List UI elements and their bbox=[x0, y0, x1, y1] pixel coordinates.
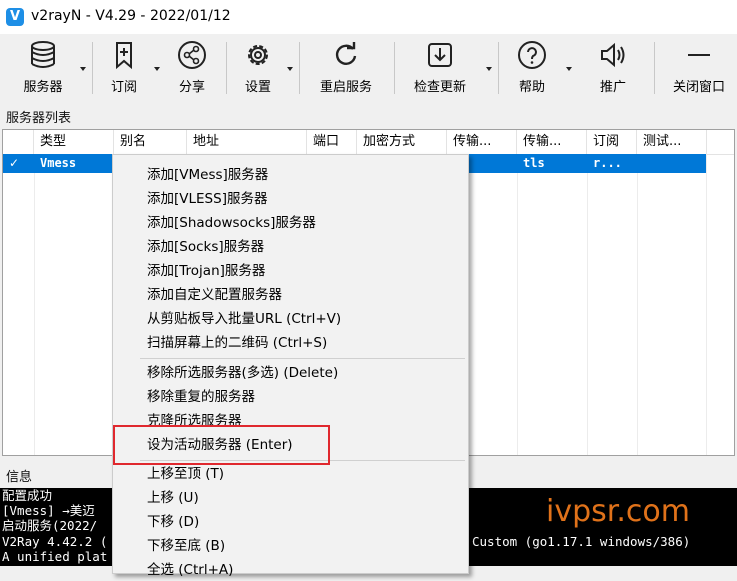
chevron-down-icon[interactable] bbox=[80, 67, 86, 71]
check-update-button[interactable]: 检查更新 bbox=[402, 38, 478, 98]
grid-line bbox=[34, 154, 35, 455]
log-line: A unified plat bbox=[2, 549, 108, 564]
log-line: V2Ray 4.42.2 ( bbox=[2, 534, 108, 549]
toolbar-divider bbox=[654, 42, 655, 94]
grid-line bbox=[637, 154, 638, 455]
info-label: 信息 bbox=[6, 470, 33, 485]
grid-line bbox=[517, 154, 518, 455]
menu-item-add-custom[interactable]: 添加自定义配置服务器 bbox=[147, 284, 282, 306]
chevron-down-icon[interactable] bbox=[287, 67, 293, 71]
check-update-label: 检查更新 bbox=[413, 80, 466, 95]
chevron-down-icon[interactable] bbox=[154, 67, 160, 71]
restart-service-label: 重启服务 bbox=[319, 80, 372, 95]
share-button[interactable]: 分享 bbox=[168, 38, 216, 98]
share-label: 分享 bbox=[178, 80, 205, 95]
settings-label: 设置 bbox=[244, 80, 271, 95]
toolbar-divider bbox=[394, 42, 395, 94]
row-tls: tls bbox=[523, 156, 545, 170]
column-header-active[interactable] bbox=[3, 130, 34, 154]
menu-item-select-all[interactable]: 全选 (Ctrl+A) bbox=[147, 559, 233, 581]
promotion-label: 推广 bbox=[599, 80, 626, 95]
menu-item-add-trojan[interactable]: 添加[Trojan]服务器 bbox=[147, 260, 265, 282]
chevron-down-icon[interactable] bbox=[566, 67, 572, 71]
toolbar-divider bbox=[498, 42, 499, 94]
column-header-type[interactable]: 类型 bbox=[34, 130, 114, 154]
subscription-button[interactable]: 订阅 bbox=[100, 38, 148, 98]
grid-line bbox=[587, 154, 588, 455]
menu-item-move-top[interactable]: 上移至顶 (T) bbox=[147, 463, 224, 485]
settings-button[interactable]: 设置 bbox=[234, 38, 282, 98]
share-icon bbox=[178, 41, 206, 69]
menu-item-remove-duplicates[interactable]: 移除重复的服务器 bbox=[147, 386, 255, 408]
database-icon bbox=[31, 41, 55, 68]
column-header-subscription[interactable]: 订阅 bbox=[587, 130, 637, 154]
gear-icon bbox=[248, 45, 268, 65]
menu-item-move-up[interactable]: 上移 (U) bbox=[147, 487, 199, 509]
servers-button[interactable]: 服务器 bbox=[12, 38, 74, 98]
watermark-text: ivpsr.com bbox=[546, 494, 690, 529]
close-window-button[interactable]: 关闭窗口 bbox=[664, 38, 734, 98]
help-button[interactable]: 帮助 bbox=[508, 38, 556, 98]
grid-line bbox=[706, 154, 707, 455]
row-type: Vmess bbox=[40, 156, 77, 170]
log-line: 启动服务(2022/ bbox=[2, 518, 98, 533]
menu-item-add-vless[interactable]: 添加[VLESS]服务器 bbox=[147, 188, 267, 210]
toolbar: 服务器 订阅 分享 设置 重启服务 检查更新 帮助 推广 关闭窗口 bbox=[0, 34, 737, 102]
menu-item-move-down[interactable]: 下移 (D) bbox=[147, 511, 199, 533]
column-header-network[interactable]: 传输... bbox=[447, 130, 517, 154]
annotation-highlight-box bbox=[113, 425, 330, 465]
toolbar-divider bbox=[226, 42, 227, 94]
log-line: 配置成功 bbox=[2, 488, 53, 503]
menu-item-import-clipboard[interactable]: 从剪贴板导入批量URL (Ctrl+V) bbox=[147, 308, 341, 330]
menu-item-add-vmess[interactable]: 添加[VMess]服务器 bbox=[147, 164, 268, 186]
restart-service-button[interactable]: 重启服务 bbox=[308, 38, 384, 98]
menu-gutter bbox=[113, 155, 137, 573]
toolbar-divider bbox=[92, 42, 93, 94]
minimize-icon bbox=[688, 54, 710, 56]
help-label: 帮助 bbox=[518, 80, 545, 95]
toolbar-divider bbox=[299, 42, 300, 94]
grid-header: 类型 别名 地址 端口 加密方式 传输... 传输... 订阅 测试... bbox=[3, 130, 734, 155]
row-subscription: r... bbox=[593, 156, 622, 170]
server-list-label: 服务器列表 bbox=[6, 111, 72, 126]
menu-separator bbox=[140, 358, 465, 359]
log-line: [Vmess] →美迈 bbox=[2, 503, 95, 518]
bookmark-add-icon bbox=[116, 42, 132, 70]
chevron-down-icon[interactable] bbox=[486, 67, 492, 71]
menu-item-add-socks[interactable]: 添加[Socks]服务器 bbox=[147, 236, 264, 258]
download-icon bbox=[428, 43, 452, 67]
window-title: v2rayN - V4.29 - 2022/01/12 bbox=[31, 8, 231, 24]
column-header-port[interactable]: 端口 bbox=[307, 130, 357, 154]
promotion-button[interactable]: 推广 bbox=[588, 38, 638, 98]
menu-item-move-bottom[interactable]: 下移至底 (B) bbox=[147, 535, 225, 557]
server-context-menu: 添加[VMess]服务器 添加[VLESS]服务器 添加[Shadowsocks… bbox=[112, 154, 469, 578]
refresh-icon bbox=[335, 42, 357, 65]
column-header-test[interactable]: 测试... bbox=[637, 130, 707, 154]
log-line-version: Custom (go1.17.1 windows/386) bbox=[472, 534, 691, 549]
v2rayn-app-icon: V bbox=[6, 8, 24, 26]
column-header-address[interactable]: 地址 bbox=[187, 130, 307, 154]
speaker-icon bbox=[601, 42, 625, 68]
column-header-tls[interactable]: 传输... bbox=[517, 130, 587, 154]
close-window-label: 关闭窗口 bbox=[672, 80, 725, 95]
menu-item-add-shadowsocks[interactable]: 添加[Shadowsocks]服务器 bbox=[147, 212, 316, 234]
column-header-alias[interactable]: 别名 bbox=[114, 130, 187, 154]
column-header-security[interactable]: 加密方式 bbox=[357, 130, 447, 154]
servers-label: 服务器 bbox=[23, 80, 63, 95]
menu-item-remove-selected[interactable]: 移除所选服务器(多选) (Delete) bbox=[147, 362, 338, 384]
menu-item-scan-qrcode[interactable]: 扫描屏幕上的二维码 (Ctrl+S) bbox=[147, 332, 327, 354]
active-checkmark: ✓ bbox=[9, 156, 20, 170]
title-bar: V v2rayN - V4.29 - 2022/01/12 bbox=[0, 0, 737, 34]
subscription-label: 订阅 bbox=[110, 80, 137, 95]
help-icon bbox=[518, 41, 546, 69]
